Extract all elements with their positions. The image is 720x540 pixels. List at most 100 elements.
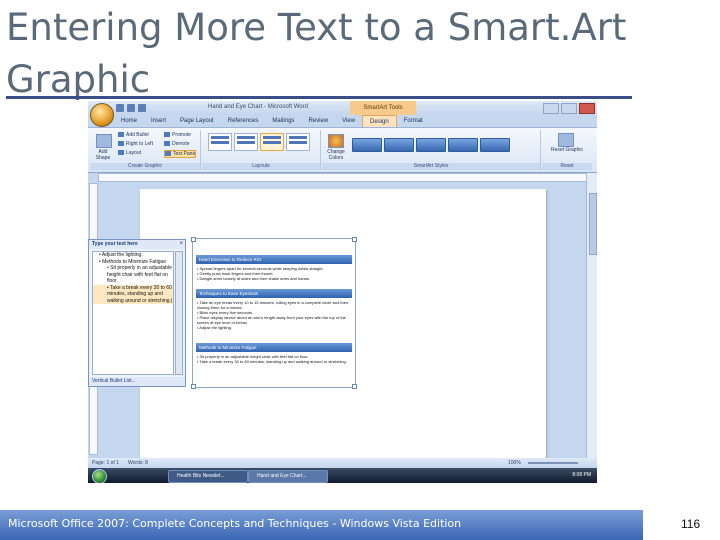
slide-title-line1: Entering More Text to a Smart.Art <box>6 6 627 49</box>
text-pane: Type your text here × • Adjust the light… <box>88 239 186 387</box>
right-to-left-icon <box>118 141 124 147</box>
promote-button[interactable]: Promote <box>164 132 191 138</box>
reset-graphic-button[interactable]: Reset Graphic <box>548 147 586 153</box>
text-pane-editor[interactable]: • Adjust the lighting. • Methods to Mini… <box>92 251 174 375</box>
text-pane-icon <box>165 151 171 157</box>
taskbar-item[interactable]: Health Bits Newslet... <box>168 470 248 483</box>
smartart-bullet: • Place display device about an arm's le… <box>197 315 346 325</box>
create-graphic-group-label: Create Graphic <box>90 163 200 170</box>
add-shape-icon <box>96 134 112 148</box>
style-option-2[interactable] <box>384 138 414 152</box>
layouts-group-label: Layouts <box>202 163 320 170</box>
text-pane-footer-link[interactable]: Vertical Bullet List... <box>89 377 185 386</box>
taskbar-clock: 8:08 PM <box>572 472 591 478</box>
tab-home[interactable]: Home <box>114 115 144 127</box>
window-title: Hand and Eye Chart - Microsoft Word <box>208 104 308 110</box>
word-screenshot: Hand and Eye Chart - Microsoft Word Smar… <box>88 101 597 483</box>
smartart-styles-group: Change Colors SmartArt Styles <box>322 130 541 170</box>
minimize-button[interactable] <box>543 103 559 114</box>
smartart-bullets-3[interactable]: • Sit properly in an adjustable height c… <box>197 354 351 364</box>
style-option-5[interactable] <box>480 138 510 152</box>
layouts-group: Layouts <box>202 130 321 170</box>
undo-icon[interactable] <box>127 104 135 112</box>
window-controls <box>543 103 595 114</box>
add-bullet-label: Add Bullet <box>126 132 149 138</box>
demote-icon <box>164 141 170 147</box>
add-shape-button[interactable]: Add Shape <box>92 149 114 161</box>
title-underline <box>6 96 632 99</box>
layout-option-1[interactable] <box>208 133 232 151</box>
redo-icon[interactable] <box>138 104 146 112</box>
smartart-graphic[interactable]: Hand Exercises to Reduce RSI • Spread fi… <box>191 237 357 389</box>
layout-option-4[interactable] <box>286 133 310 151</box>
office-button[interactable] <box>90 103 114 127</box>
close-button[interactable] <box>579 103 595 114</box>
layout-label: Layout <box>126 150 142 156</box>
layout-option-2[interactable] <box>234 133 258 151</box>
taskbar: Health Bits Newslet... Hand and Eye Char… <box>88 468 597 483</box>
style-option-3[interactable] <box>416 138 446 152</box>
style-option-1[interactable] <box>352 138 382 152</box>
layout-icon <box>118 150 124 156</box>
tab-insert[interactable]: Insert <box>144 115 173 127</box>
tab-format[interactable]: Format <box>397 115 430 127</box>
zoom-level[interactable]: 100% <box>508 458 521 468</box>
ribbon: Add Shape Add Bullet Right to Left Layou… <box>88 127 597 173</box>
status-bar: Page: 1 of 1 Words: 8 100% <box>88 458 597 468</box>
create-graphic-group: Add Shape Add Bullet Right to Left Layou… <box>90 130 201 170</box>
resize-handle[interactable] <box>191 237 196 242</box>
add-bullet-icon <box>118 132 124 138</box>
style-option-4[interactable] <box>448 138 478 152</box>
promote-icon <box>164 132 170 138</box>
tab-mailings[interactable]: Mailings <box>265 115 301 127</box>
tab-review[interactable]: Review <box>301 115 335 127</box>
scrollbar-thumb[interactable] <box>589 193 597 255</box>
smartart-heading-3[interactable]: Methods to Minimize Fatigue <box>196 343 352 352</box>
slide-footer: Microsoft Office 2007: Complete Concepts… <box>8 517 462 530</box>
resize-handle[interactable] <box>352 237 357 242</box>
smartart-bullet: • Take an eye break every 10 to 15 minut… <box>197 300 349 310</box>
reset-graphic-icon <box>558 133 574 147</box>
demote-button[interactable]: Demote <box>164 141 190 147</box>
layout-button[interactable]: Layout <box>118 150 141 156</box>
add-bullet-button[interactable]: Add Bullet <box>118 132 149 138</box>
horizontal-ruler <box>98 173 587 182</box>
page-count[interactable]: Page: 1 of 1 <box>92 458 119 468</box>
maximize-button[interactable] <box>561 103 577 114</box>
right-to-left-label: Right to Left <box>126 141 153 147</box>
taskbar-item-active[interactable]: Hand and Eye Chart... <box>248 470 328 483</box>
right-to-left-button[interactable]: Right to Left <box>118 141 153 147</box>
ribbon-tabs: Home Insert Page Layout References Maili… <box>114 115 430 127</box>
word-count[interactable]: Words: 8 <box>128 458 148 468</box>
tab-page-layout[interactable]: Page Layout <box>173 115 221 127</box>
demote-label: Demote <box>172 141 190 147</box>
text-pane-line-active[interactable]: • Take a break every 30 to 60 minutes, s… <box>93 284 173 304</box>
save-icon[interactable] <box>116 104 124 112</box>
quick-access-toolbar <box>116 104 146 112</box>
tab-design[interactable]: Design <box>362 115 397 127</box>
smartart-heading-1[interactable]: Hand Exercises to Reduce RSI <box>196 255 352 264</box>
tab-view[interactable]: View <box>335 115 362 127</box>
smartart-styles-group-label: SmartArt Styles <box>322 163 540 170</box>
text-pane-label: Text Pane <box>173 151 196 157</box>
text-pane-scrollbar[interactable] <box>175 251 183 375</box>
layout-option-3[interactable] <box>260 133 284 151</box>
smartart-bullets-1[interactable]: • Spread fingers apart for several secon… <box>197 266 351 281</box>
zoom-slider[interactable] <box>528 462 578 464</box>
slide-page-number: 116 <box>681 517 701 531</box>
start-button[interactable] <box>92 469 107 483</box>
tab-references[interactable]: References <box>221 115 266 127</box>
vertical-scrollbar[interactable] <box>586 173 597 461</box>
reset-group-label: Reset <box>542 163 592 170</box>
change-colors-icon <box>328 134 344 148</box>
change-colors-button[interactable]: Change Colors <box>324 149 348 161</box>
resize-handle[interactable] <box>191 384 196 389</box>
smartart-bullets-2[interactable]: • Take an eye break every 10 to 15 minut… <box>197 300 351 330</box>
title-bar: Hand and Eye Chart - Microsoft Word Smar… <box>88 101 597 115</box>
text-pane-close-icon[interactable]: × <box>179 240 183 249</box>
text-pane-line[interactable]: • Sit properly in an adjustable height c… <box>93 265 173 285</box>
resize-handle[interactable] <box>352 384 357 389</box>
smartart-bullet: • Dangle arms loosely at sides and then … <box>197 276 311 281</box>
smartart-heading-2[interactable]: Techniques to Ease Eyestrain <box>196 289 352 298</box>
text-pane-button[interactable]: Text Pane <box>164 150 197 158</box>
